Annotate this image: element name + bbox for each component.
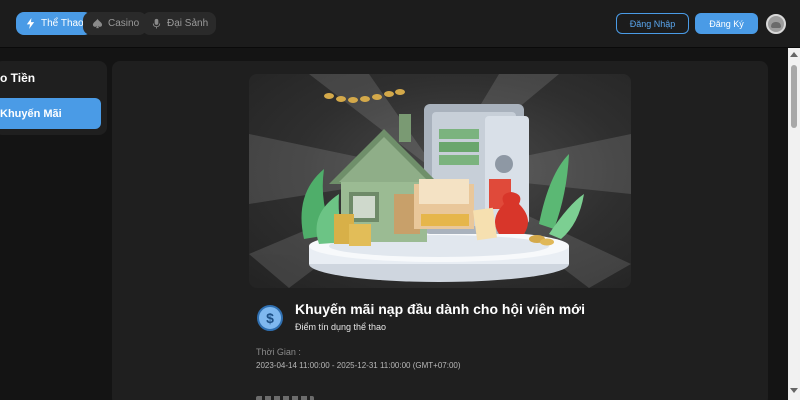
sidebar-item-promotions[interactable]: Khuyến Mãi: [0, 98, 101, 129]
microphone-icon: [152, 18, 161, 29]
tab-label: Thể Thao: [41, 18, 84, 29]
top-navigation-bar: Thể Thao Casino Đại Sảnh Đăng Nhập Đăng …: [0, 0, 800, 48]
page-scrollbar[interactable]: [788, 48, 800, 400]
sidebar: o Tiền Khuyến Mãi: [0, 61, 107, 135]
spade-icon: [92, 18, 103, 29]
dollar-coin-icon: $: [257, 305, 283, 331]
tab-lobby[interactable]: Đại Sảnh: [142, 12, 217, 35]
time-value: 2023-04-14 11:00:00 - 2025-12-31 11:00:0…: [256, 361, 461, 370]
scroll-up-arrow-icon[interactable]: [790, 52, 798, 57]
sidebar-title: o Tiền: [0, 71, 36, 85]
promo-banner-image: [249, 74, 631, 288]
tab-sports[interactable]: Thể Thao: [16, 12, 92, 35]
promo-title: Khuyến mãi nạp đầu dành cho hội viên mới: [295, 301, 585, 317]
promo-illustration: [249, 74, 631, 288]
register-button[interactable]: Đăng Ký: [695, 13, 758, 34]
tab-label: Casino: [108, 18, 140, 29]
login-button[interactable]: Đăng Nhập: [616, 13, 689, 34]
lightning-icon: [26, 18, 35, 29]
scroll-down-arrow-icon[interactable]: [790, 388, 798, 393]
scroll-thumb[interactable]: [791, 65, 797, 128]
promo-subtitle: Điểm tín dụng thể thao: [295, 322, 387, 332]
tab-label: Đại Sảnh: [167, 18, 209, 29]
avatar[interactable]: [766, 14, 786, 34]
tab-casino[interactable]: Casino: [83, 12, 148, 35]
time-label: Thời Gian :: [256, 347, 301, 357]
next-section-heading-cut: [256, 393, 316, 400]
